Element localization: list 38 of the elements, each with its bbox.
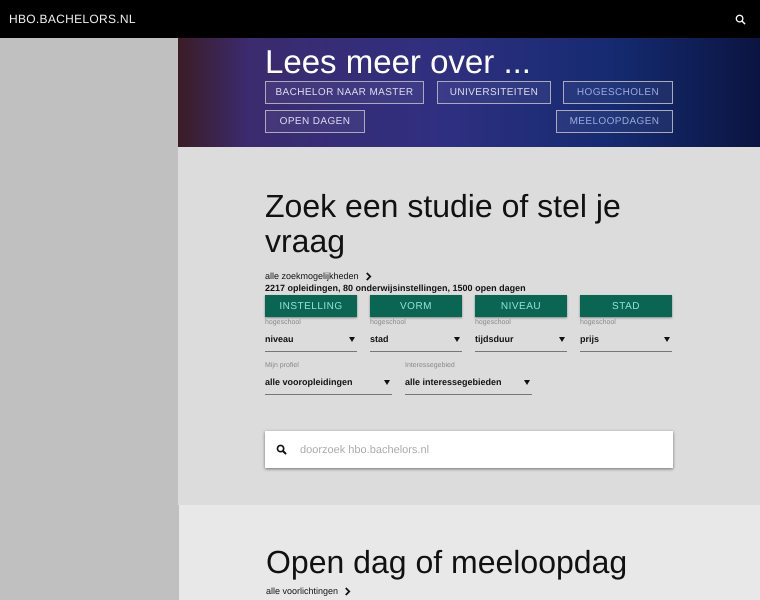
caret-icon: [454, 336, 460, 342]
select-value: tijdsduur: [475, 334, 514, 344]
filter-button[interactable]: STAD: [580, 295, 672, 317]
section-title: Open dag of meeloopdag: [266, 545, 628, 580]
stats-text: 2217 opleidingen, 80 onderwijsinstellingen, 1500 open dagen: [265, 283, 527, 293]
hero-link-button[interactable]: MEELOOPDAGEN: [556, 110, 673, 133]
dropdown-select[interactable]: niveau: [265, 327, 357, 352]
dropdown-select[interactable]: alle interessegebieden: [405, 370, 532, 395]
dropdown-select[interactable]: prijs: [580, 327, 672, 352]
dropdown-select[interactable]: alle vooropleidingen: [265, 370, 392, 395]
caret-icon: [664, 336, 670, 342]
search-icon[interactable]: [735, 14, 746, 24]
more-link[interactable]: alle zoekmogelijkheden: [265, 271, 359, 281]
filter-button[interactable]: NIVEAU: [475, 295, 567, 317]
select-value: alle vooropleidingen: [265, 377, 353, 387]
more-link[interactable]: alle voorlichtingen: [266, 586, 338, 596]
caret-icon: [559, 336, 565, 342]
select-value: prijs: [580, 334, 600, 344]
filter-button[interactable]: INSTELLING: [265, 295, 357, 317]
chevron-right-icon[interactable]: [344, 586, 352, 596]
filter-button[interactable]: VORM: [370, 295, 462, 317]
caret-icon: [384, 380, 390, 384]
hero-link-button[interactable]: OPEN DAGEN: [265, 110, 365, 133]
hero-link-button[interactable]: UNIVERSITEITEN: [437, 81, 551, 104]
caret-icon: [349, 336, 355, 342]
chevron-right-icon[interactable]: [364, 272, 372, 280]
select-value: niveau: [265, 334, 294, 344]
caret-icon: [524, 380, 530, 384]
site-logo[interactable]: HBO.BACHELORS.NL: [9, 12, 136, 26]
dropdown-select[interactable]: tijdsduur: [475, 327, 567, 352]
hero-link-button[interactable]: HOGESCHOLEN: [563, 81, 673, 104]
select-value: stad: [370, 334, 389, 344]
hero-title: Lees meer over ...: [265, 44, 532, 80]
dropdown-select[interactable]: stad: [370, 327, 462, 352]
search-field[interactable]: doorzoek hbo.bachelors.nl: [265, 431, 673, 468]
select-value: alle interessegebieden: [405, 377, 502, 387]
section-title: Zoek een studie of stel je vraag: [265, 189, 622, 259]
hero-link-button[interactable]: BACHELOR NAAR MASTER: [265, 81, 424, 104]
